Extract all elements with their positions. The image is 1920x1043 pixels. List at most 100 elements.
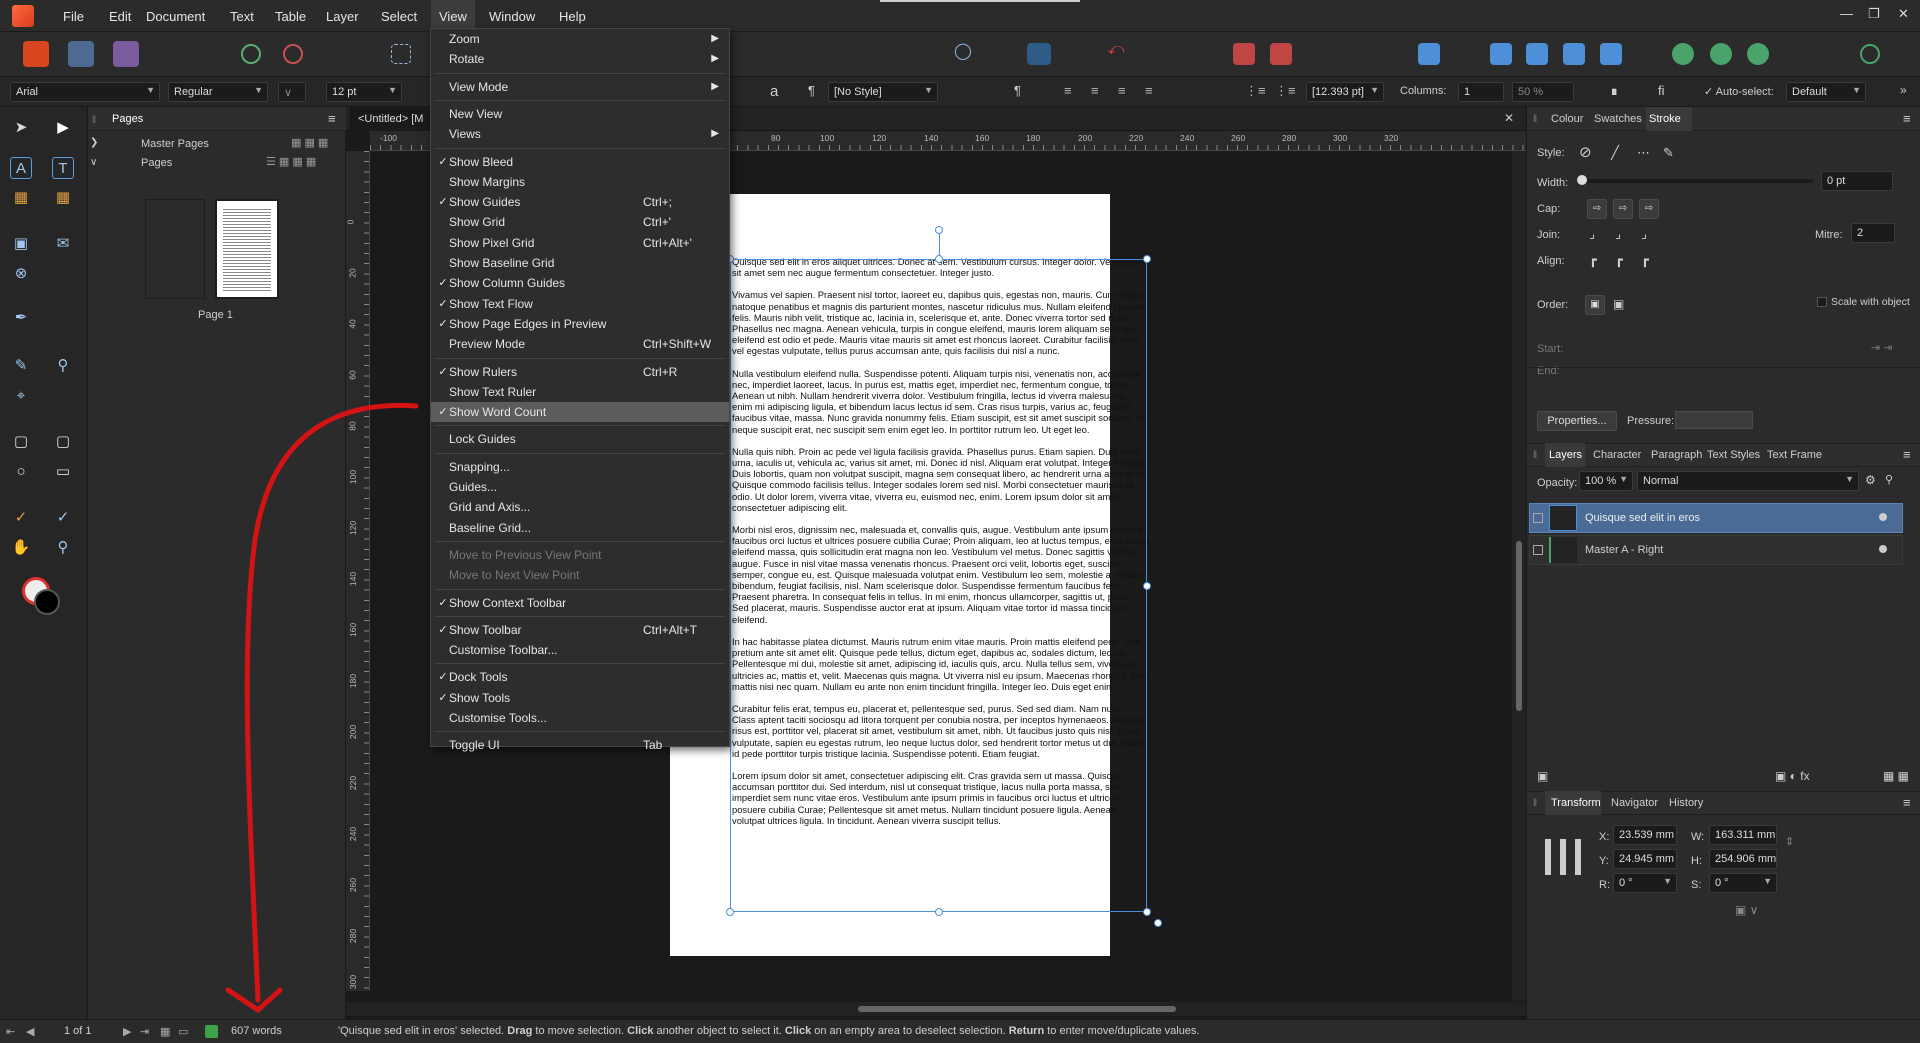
- bevel-join-icon[interactable]: ⌟: [1641, 226, 1647, 242]
- stroke-front-icon[interactable]: ▣: [1613, 297, 1624, 311]
- align-right-icon[interactable]: ≡: [1118, 83, 1126, 98]
- layer-visibility-dot[interactable]: [1879, 545, 1887, 553]
- selection-handle[interactable]: [1143, 908, 1151, 916]
- menu-item-customise-toolbar[interactable]: Customise Toolbar...: [431, 640, 729, 660]
- ellipse-frame-tool-icon[interactable]: ⊗: [10, 263, 32, 285]
- font-family-select[interactable]: Arial ▼: [10, 82, 160, 102]
- scroll-thumb[interactable]: [1516, 541, 1522, 711]
- restore-icon[interactable]: ❐: [1868, 6, 1880, 22]
- tab-layers[interactable]: Layers: [1549, 449, 1582, 461]
- menu-item-show-bleed[interactable]: ✓ Show Bleed: [431, 152, 729, 172]
- font-style-select[interactable]: Regular ▼: [168, 82, 268, 102]
- width-transform-field[interactable]: 163.311 mm: [1709, 825, 1777, 845]
- baseline-field[interactable]: [12.393 pt] ▼: [1306, 82, 1384, 102]
- chevron-right-icon[interactable]: ❯: [90, 137, 98, 148]
- layer-name[interactable]: Master A - Right: [1585, 544, 1663, 556]
- node-tool-icon[interactable]: ▶: [52, 117, 74, 139]
- font-size-field[interactable]: 12 pt ▼: [326, 82, 402, 102]
- no-stroke-icon[interactable]: ⊘: [1579, 143, 1592, 161]
- page-1-thumbnail[interactable]: [215, 199, 279, 299]
- fill-tool-icon[interactable]: ✎: [10, 355, 32, 377]
- menu-item-show-page-edges-in-preview[interactable]: ✓ Show Page Edges in Preview: [431, 314, 729, 334]
- align-left-icon[interactable]: ≡: [1064, 83, 1072, 98]
- align-inside-icon[interactable]: ┏: [1589, 252, 1597, 268]
- properties-button[interactable]: Properties...: [1537, 411, 1617, 431]
- close-tab-icon[interactable]: ✕: [1504, 111, 1514, 125]
- tab-colour[interactable]: Colour: [1551, 113, 1583, 125]
- rotate-left-icon[interactable]: [1563, 43, 1585, 65]
- menu-item-show-column-guides[interactable]: ✓ Show Column Guides: [431, 273, 729, 293]
- boolean-subtract-icon[interactable]: [1710, 43, 1732, 65]
- snapping-icon[interactable]: ⤺: [1103, 41, 1129, 67]
- arrange-back-icon[interactable]: [1233, 43, 1255, 65]
- previous-page-icon[interactable]: ◀: [26, 1025, 34, 1038]
- pilcrow-button-icon[interactable]: ¶: [1014, 83, 1021, 98]
- arrange-forward-icon[interactable]: [1270, 43, 1292, 65]
- publisher-persona-icon[interactable]: [23, 41, 49, 67]
- menu-item-guides[interactable]: Guides...: [431, 477, 729, 497]
- pages-section[interactable]: Pages: [141, 157, 172, 169]
- align-center-stroke-icon[interactable]: ┏: [1615, 252, 1623, 268]
- character-style-a[interactable]: a: [770, 83, 778, 100]
- menu-item-show-margins[interactable]: Show Margins: [431, 172, 729, 192]
- panel-menu-icon[interactable]: ≡: [1903, 795, 1911, 810]
- mitre-field[interactable]: 2: [1851, 223, 1895, 243]
- layer-visibility-checkbox[interactable]: [1533, 513, 1543, 523]
- eyedropper-tool-icon[interactable]: ✓: [52, 507, 74, 529]
- menu-item-show-baseline-grid[interactable]: Show Baseline Grid: [431, 253, 729, 273]
- selection-handle[interactable]: [1143, 582, 1151, 590]
- brush-stroke-icon[interactable]: ✎: [1663, 145, 1674, 161]
- auto-select-checkbox[interactable]: ✓ Auto-select:: [1704, 85, 1774, 98]
- menu-item-show-tools[interactable]: ✓ Show Tools: [431, 688, 729, 708]
- user-account-icon[interactable]: [1860, 44, 1880, 64]
- constrain-proportions-icon[interactable]: ⇕: [1785, 835, 1794, 848]
- flip-vertical-icon[interactable]: [1526, 43, 1548, 65]
- font-traits-button[interactable]: ∨: [278, 82, 306, 102]
- master-page-add-icon[interactable]: ▦ ▦ ▦: [291, 136, 328, 149]
- round-join-icon[interactable]: ⌟: [1615, 226, 1621, 242]
- menu-item-preview-mode[interactable]: Preview Mode Ctrl+Shift+W: [431, 334, 729, 354]
- place-image-tool-icon[interactable]: ✉: [52, 233, 74, 255]
- x-position-field[interactable]: 23.539 mm: [1613, 825, 1677, 845]
- numbering-icon[interactable]: ⋮≡: [1275, 83, 1296, 99]
- panel-menu-icon[interactable]: ≡: [328, 111, 336, 126]
- column-gutter-field[interactable]: 50 %: [1512, 82, 1574, 102]
- text-fit-icon[interactable]: ∎: [1610, 83, 1618, 99]
- tab-swatches[interactable]: Swatches: [1594, 113, 1642, 125]
- artistic-text-tool-icon[interactable]: A: [10, 157, 32, 179]
- layer-settings-gear-icon[interactable]: ⚙: [1865, 473, 1876, 487]
- layer-visibility-dot[interactable]: [1879, 513, 1887, 521]
- menu-item-show-rulers[interactable]: ✓ Show Rulers Ctrl+R: [431, 362, 729, 382]
- horizontal-scrollbar[interactable]: [346, 1002, 1526, 1016]
- width-slider-knob[interactable]: [1577, 175, 1587, 185]
- first-page-icon[interactable]: ⇤: [6, 1025, 15, 1038]
- minimize-icon[interactable]: —: [1840, 6, 1853, 21]
- round-cap-icon[interactable]: ⇨: [1613, 199, 1633, 219]
- pressure-graph[interactable]: [1675, 411, 1753, 429]
- transform-origin-icon[interactable]: ▣ ∨: [1735, 903, 1758, 917]
- vertical-ruler[interactable]: 0 20 40 60 80 100 120 140 160 180 200 22…: [345, 151, 370, 991]
- stroke-behind-icon[interactable]: ▣: [1585, 295, 1605, 315]
- menu-text[interactable]: Text: [222, 0, 262, 32]
- auto-select-select[interactable]: Default ▼: [1786, 82, 1866, 102]
- rotation-handle[interactable]: [935, 226, 943, 234]
- text-flow-handle[interactable]: [1154, 919, 1162, 927]
- ligature-button[interactable]: fi: [1658, 83, 1665, 98]
- tab-paragraph[interactable]: Paragraph: [1651, 449, 1702, 461]
- menu-item-dock-tools[interactable]: ✓ Dock Tools: [431, 667, 729, 687]
- text-frame-selection[interactable]: [730, 259, 1147, 912]
- menu-item-snapping[interactable]: Snapping...: [431, 457, 729, 477]
- tab-transform[interactable]: Transform: [1551, 797, 1601, 809]
- menu-item-show-text-ruler[interactable]: Show Text Ruler: [431, 382, 729, 402]
- miter-join-icon[interactable]: ⌟: [1589, 226, 1595, 242]
- tab-character[interactable]: Character: [1593, 449, 1641, 461]
- zoom-tool-icon[interactable]: ⚲: [52, 537, 74, 559]
- table-tool-icon[interactable]: ▦: [10, 187, 32, 209]
- spread-view-icon[interactable]: ▭: [178, 1025, 188, 1038]
- menu-item-show-text-flow[interactable]: ✓ Show Text Flow: [431, 294, 729, 314]
- menu-item-customise-tools[interactable]: Customise Tools...: [431, 708, 729, 728]
- bullets-icon[interactable]: ⋮≡: [1245, 83, 1266, 99]
- scroll-thumb[interactable]: [858, 1006, 1176, 1012]
- view-icon[interactable]: ◯: [950, 41, 976, 67]
- butt-cap-icon[interactable]: ⇨: [1587, 199, 1607, 219]
